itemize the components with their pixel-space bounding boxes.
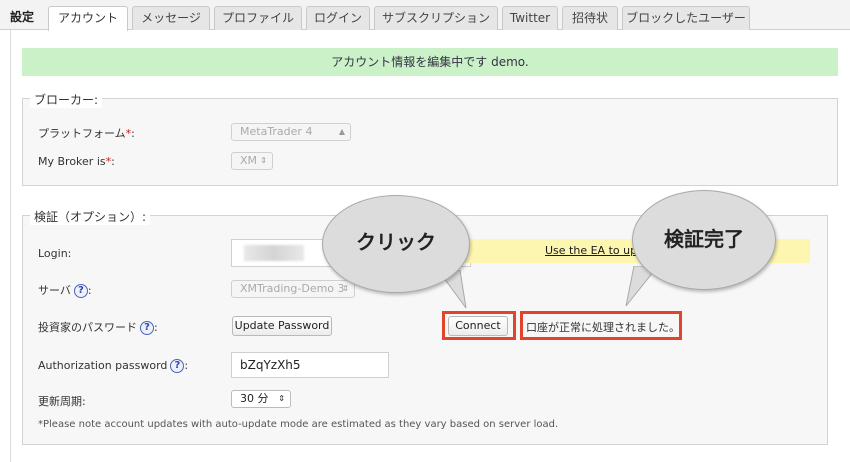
tab-messages[interactable]: メッセージ <box>132 6 210 30</box>
verified-callout: 検証完了 <box>632 190 776 290</box>
select-arrows-icon: ⇕ <box>260 156 267 165</box>
tab-bar: 設定 アカウント メッセージ プロファイル ログイン サブスクリプション Twi… <box>0 0 850 31</box>
settings-title: 設定 <box>10 10 35 24</box>
platform-select[interactable]: MetaTrader 4 ▲ <box>231 123 351 141</box>
click-callout: クリック <box>322 195 470 293</box>
update-password-button[interactable]: Update Password <box>232 316 332 336</box>
tab-profile[interactable]: プロファイル <box>214 6 302 30</box>
authorization-password-label: Authorization password?: <box>38 359 189 373</box>
investor-password-label: 投資家のパスワード?: <box>38 321 158 335</box>
select-arrows-icon: ⇕ <box>278 394 285 403</box>
tab-account[interactable]: アカウント <box>48 6 128 31</box>
broker-select[interactable]: XM ⇕ <box>231 152 273 170</box>
select-arrows-icon: ▲ <box>338 127 345 136</box>
update-interval-label: 更新周期: <box>38 395 86 408</box>
connect-button[interactable]: Connect <box>448 316 508 336</box>
help-icon[interactable]: ? <box>73 284 88 298</box>
update-interval-select[interactable]: 30 分 ⇕ <box>231 390 291 408</box>
login-label: Login: <box>38 247 72 260</box>
broker-fieldset <box>22 98 838 186</box>
server-select[interactable]: XMTrading-Demo 3 ⇕ <box>231 280 355 298</box>
ea-link[interactable]: Use the EA to upd <box>545 244 644 257</box>
platform-label: プラットフォーム*: <box>38 127 135 140</box>
tab-subscription[interactable]: サブスクリプション <box>374 6 498 30</box>
tab-twitter[interactable]: Twitter <box>502 6 558 30</box>
update-note: *Please note account updates with auto-u… <box>38 419 559 430</box>
authorization-password-input[interactable]: bZqYzXh5 <box>231 352 389 378</box>
help-icon[interactable]: ? <box>140 321 154 335</box>
broker-label: My Broker is*: <box>38 155 115 168</box>
status-banner: アカウント情報を編集中です demo. <box>22 48 838 76</box>
broker-legend: ブローカー: <box>30 91 103 108</box>
server-label: サーバ?: <box>38 284 92 298</box>
login-value-blurred <box>244 245 304 261</box>
help-icon[interactable]: ? <box>170 359 185 373</box>
success-message: 口座が正常に処理されました。 <box>526 321 680 334</box>
verification-legend: 検証（オプション）: <box>30 208 151 225</box>
tab-login[interactable]: ログイン <box>306 6 370 30</box>
tab-invitations[interactable]: 招待状 <box>562 6 618 30</box>
tab-blocked-users[interactable]: ブロックしたユーザー <box>622 6 750 30</box>
select-arrows-icon: ⇕ <box>342 284 349 293</box>
